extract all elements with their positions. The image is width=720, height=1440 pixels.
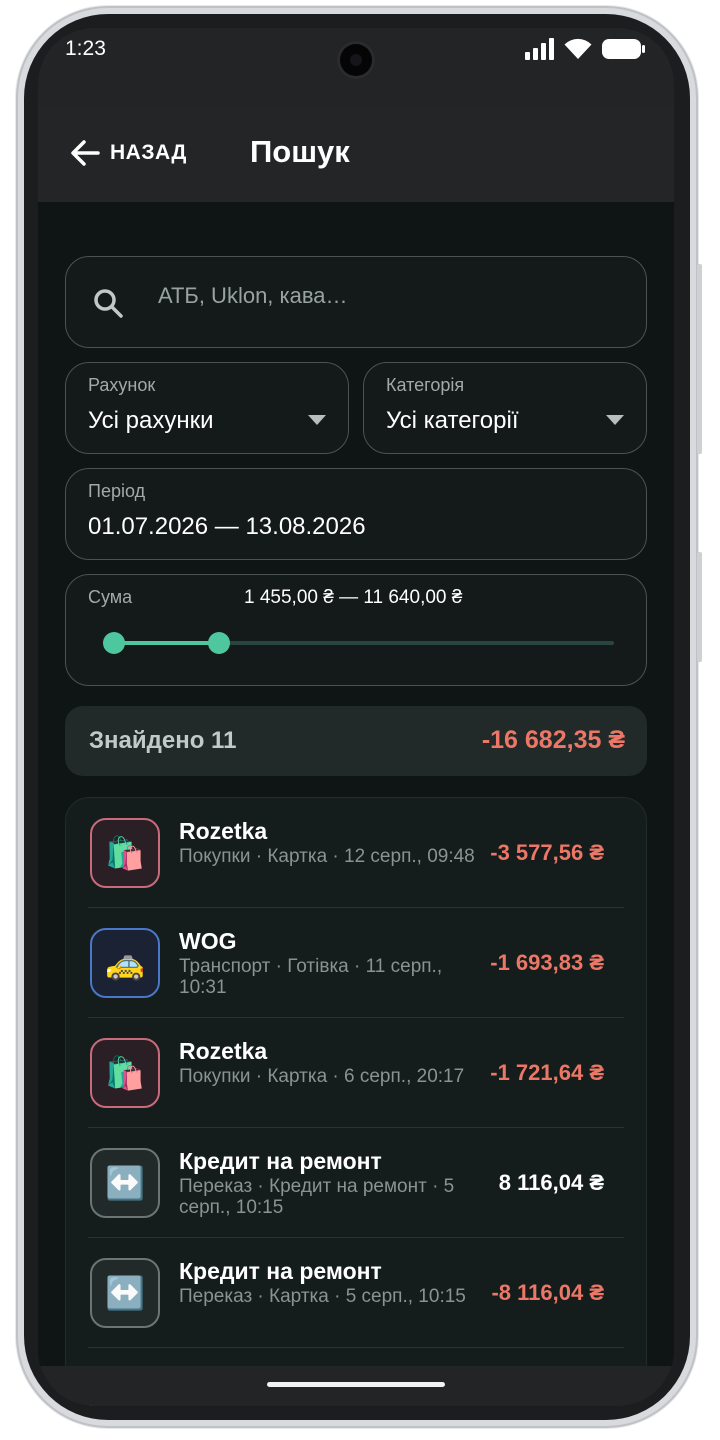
transaction-amount: 8 116,04 ₴ [498,1170,604,1195]
results-summary: Знайдено 11 -16 682,35 ₴ [65,706,647,776]
shopping-bags-icon-glyph: 🛍️ [105,1055,145,1091]
period-field[interactable]: Період 01.07.2026 — 13.08.2026 [65,468,647,560]
account-select-label: Рахунок [88,375,156,395]
period-label: Період [88,481,146,501]
transaction-meta: Переказ · Картка · 5 серп., 10:15 [179,1286,466,1307]
status-time: 1:23 [65,37,106,60]
transaction-row[interactable]: 🛍️ Rozetka Покупки · Картка · 12 серп., 09… [66,798,646,908]
transaction-row[interactable]: 🚕 WOG Транспорт · Готівка · 11 серп., 10:3… [66,908,646,1018]
chevron-down-icon [606,415,624,425]
amount-label: Сума [88,587,133,607]
chevron-down-icon [308,415,326,425]
transaction-name: Rozetka [179,1038,268,1064]
transaction-meta: Покупки · Картка · 12 серп., 09:48 [179,846,475,867]
amount-slider-min-thumb[interactable] [103,632,125,654]
taxi-icon-glyph: 🚕 [105,945,145,981]
volume-button [697,264,702,454]
transaction-row[interactable]: ↔️ Кредит на ремонт Переказ · Картка · 5 с… [66,1238,646,1348]
transaction-meta: Покупки · Картка · 6 серп., 20:17 [179,1066,465,1087]
transaction-name: Rozetka [179,818,268,844]
category-select-label: Категорія [386,375,465,395]
signal-icon [525,38,554,60]
back-label: НАЗАД [110,141,187,164]
wifi-icon [564,38,592,59]
transaction-amount: -1 721,64 ₴ [490,1060,604,1085]
status-icons [524,38,646,60]
transfer-arrows-icon: ↔️ [90,1258,160,1328]
transaction-name: Кредит на ремонт [179,1258,382,1284]
arrow-left-icon [71,140,100,166]
page-title: Пошук [250,134,350,169]
app-bar: НАЗАД Пошук [38,108,674,202]
transaction-amount: -8 116,04 ₴ [491,1280,604,1305]
back-button[interactable]: НАЗАД [68,136,187,170]
transaction-list: 🛍️ Rozetka Покупки · Картка · 12 серп., 09… [65,797,647,1406]
power-button [697,552,702,662]
account-select[interactable]: Рахунок Усі рахунки [65,362,349,454]
transfer-arrows-icon: ↔️ [90,1148,160,1218]
period-value: 01.07.2026 — 13.08.2026 [88,513,366,540]
amount-range-field: Сума 1 455,00 ₴ — 11 640,00 ₴ [65,574,647,686]
transaction-amount: -1 693,83 ₴ [490,950,604,975]
search-input[interactable] [158,283,618,309]
transaction-row[interactable]: 🛍️ Rozetka Покупки · Картка · 6 серп., 20:… [66,1018,646,1128]
amount-slider-fill [114,641,219,645]
category-select[interactable]: Категорія Усі категорії [363,362,647,454]
transfer-arrows-icon-glyph: ↔️ [105,1275,145,1311]
taxi-icon: 🚕 [90,928,160,998]
amount-slider-max-thumb[interactable] [208,632,230,654]
content: Рахунок Усі рахунки Категорія Усі катего… [38,202,674,1406]
amount-range-text: 1 455,00 ₴ — 11 640,00 ₴ [244,587,463,608]
shopping-bags-icon: 🛍️ [90,1038,160,1108]
transaction-meta: Транспорт · Готівка · 11 серп., 10:31 [179,956,443,998]
transfer-arrows-icon-glyph: ↔️ [105,1165,145,1201]
transaction-amount: -3 577,56 ₴ [490,840,604,865]
transaction-name: WOG [179,928,237,954]
category-select-value: Усі категорії [386,407,519,434]
results-total: -16 682,35 ₴ [481,726,625,754]
transaction-row[interactable]: ↔️ Кредит на ремонт Переказ · Кредит на ре… [66,1128,646,1238]
battery-icon [602,39,645,59]
search-field[interactable] [65,256,647,348]
shopping-bags-icon: 🛍️ [90,818,160,888]
status-bar: 1:23 [38,28,674,108]
transaction-name: Кредит на ремонт [179,1148,382,1174]
transaction-meta: Переказ · Кредит на ремонт · 5 серп., 10… [179,1176,455,1218]
screen: 1:23 НАЗАД Пошук АТБ, Uklon, кава… Рахун… [38,28,674,1406]
shopping-bags-icon-glyph: 🛍️ [105,835,145,871]
account-select-value: Усі рахунки [88,407,214,434]
search-icon [94,289,123,318]
navigation-bar [38,1366,674,1406]
home-indicator[interactable] [267,1382,445,1387]
front-camera [340,44,372,76]
results-count: Знайдено 11 [89,727,237,754]
